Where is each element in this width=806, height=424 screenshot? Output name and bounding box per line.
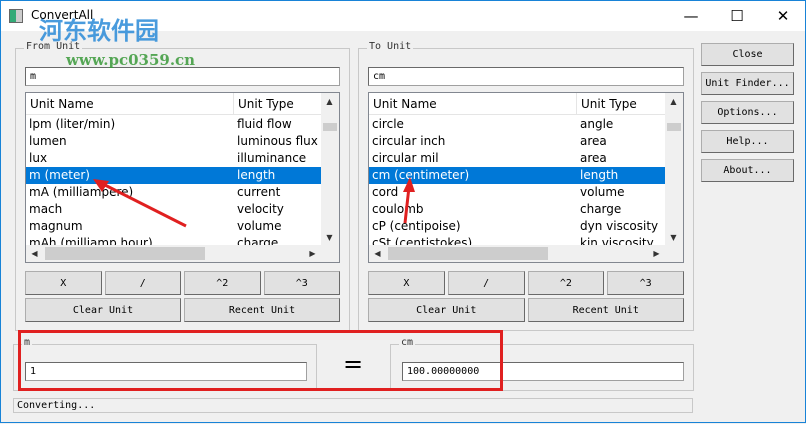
arrow-from-icon <box>100 181 187 228</box>
convertall-window: ConvertAll — ☐ ✕ From Unit m Unit Name Uni… <box>0 0 806 423</box>
annotation-arrows <box>93 177 415 228</box>
arrow-to-icon <box>403 186 411 224</box>
